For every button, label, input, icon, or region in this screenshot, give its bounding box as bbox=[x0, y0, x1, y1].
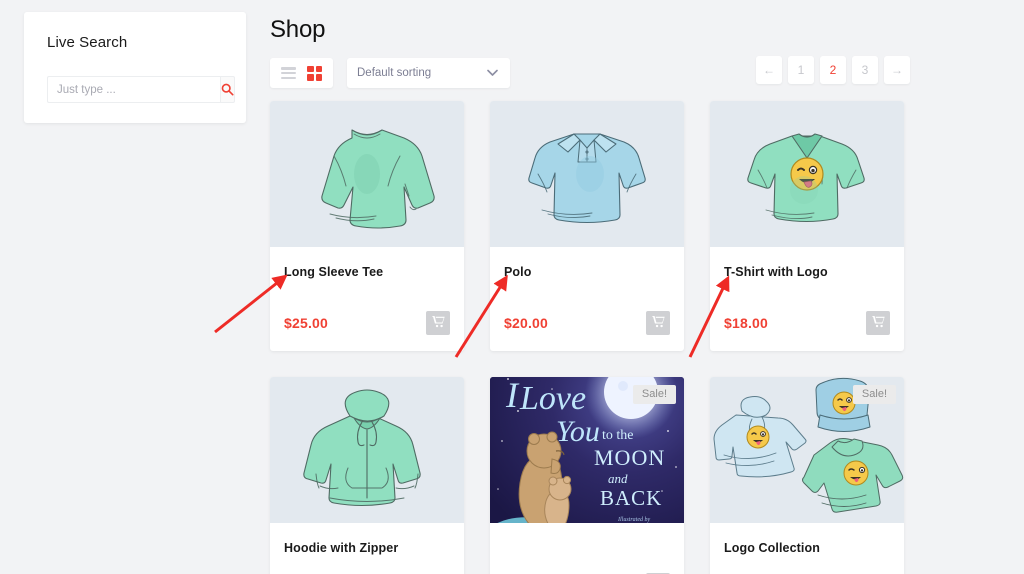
live-search-widget: Live Search bbox=[24, 12, 246, 123]
add-to-cart-button[interactable] bbox=[426, 311, 450, 335]
search-icon bbox=[221, 83, 234, 96]
cart-icon bbox=[871, 315, 885, 331]
sale-badge: Sale! bbox=[852, 385, 896, 405]
product-price: $18.00 bbox=[724, 315, 769, 331]
product-card[interactable]: T-Shirt with Logo $18.00 bbox=[710, 101, 904, 351]
sorting-select[interactable]: Default sorting bbox=[347, 58, 510, 88]
list-view-button[interactable] bbox=[281, 67, 296, 79]
product-info: T-Shirt with Logo bbox=[710, 247, 904, 279]
product-image-logo-collection[interactable]: Sale! bbox=[710, 377, 904, 523]
product-image-polo-shirt[interactable] bbox=[490, 101, 684, 247]
svg-text:You: You bbox=[556, 415, 600, 448]
product-card[interactable]: Polo $20.00 bbox=[490, 101, 684, 351]
svg-text:Love: Love bbox=[519, 380, 586, 417]
page-title: Shop bbox=[270, 16, 326, 43]
cart-icon bbox=[651, 315, 665, 331]
product-info: Polo bbox=[490, 247, 684, 279]
product-title: Hoodie with Zipper bbox=[284, 541, 399, 555]
product-grid: Long Sleeve Tee $25.00 Polo $20.00 T-Shi… bbox=[270, 101, 910, 574]
list-icon-line bbox=[281, 76, 296, 79]
product-title: Polo bbox=[504, 265, 532, 279]
svg-text:to the: to the bbox=[602, 428, 634, 443]
add-to-cart-button[interactable] bbox=[866, 311, 890, 335]
list-icon-line bbox=[281, 71, 296, 75]
product-footer: $18.00 bbox=[710, 311, 904, 351]
product-image-hoodie-with-zipper[interactable] bbox=[270, 377, 464, 523]
product-info bbox=[490, 523, 684, 541]
sorting-select-wrap: Default sorting bbox=[333, 58, 510, 88]
grid-view-button[interactable] bbox=[307, 65, 322, 81]
grid-icon-cell bbox=[315, 74, 322, 81]
live-search-title: Live Search bbox=[47, 34, 128, 51]
product-title: T-Shirt with Logo bbox=[724, 265, 828, 279]
svg-text:MOON: MOON bbox=[594, 445, 665, 470]
search-input[interactable] bbox=[47, 76, 220, 103]
pagination-next-button[interactable]: → bbox=[884, 56, 910, 84]
product-footer: $25.00 bbox=[270, 311, 464, 351]
grid-icon-cell bbox=[315, 65, 322, 72]
pagination-prev-button[interactable]: ← bbox=[756, 56, 782, 84]
product-title: Logo Collection bbox=[724, 541, 820, 555]
pagination: ← 1 2 3 → bbox=[756, 56, 910, 84]
product-info: Hoodie with Zipper bbox=[270, 523, 464, 555]
product-title: Long Sleeve Tee bbox=[284, 265, 384, 279]
product-card[interactable]: Long Sleeve Tee $25.00 bbox=[270, 101, 464, 351]
product-card[interactable]: I Love You to the MOON and BACK Illustra… bbox=[490, 377, 684, 574]
svg-text:and: and bbox=[608, 471, 628, 486]
search-submit-button[interactable] bbox=[220, 76, 235, 103]
product-card[interactable]: Sale! Logo Collection bbox=[710, 377, 904, 574]
product-image-book-moon-and-back[interactable]: I Love You to the MOON and BACK Illustra… bbox=[490, 377, 684, 523]
svg-text:Illustrated by: Illustrated by bbox=[617, 517, 650, 523]
grid-icon-cell bbox=[307, 65, 314, 72]
cart-icon bbox=[431, 315, 445, 331]
product-card[interactable]: Hoodie with Zipper bbox=[270, 377, 464, 574]
svg-text:I: I bbox=[505, 377, 520, 415]
live-search-form bbox=[47, 76, 235, 103]
grid-icon-cell bbox=[307, 74, 314, 81]
product-price: $25.00 bbox=[284, 315, 329, 331]
product-info: Logo Collection bbox=[710, 523, 904, 555]
product-footer: $20.00 bbox=[490, 311, 684, 351]
list-icon-line bbox=[281, 67, 296, 70]
shop-page: Live Search Shop bbox=[0, 0, 1024, 574]
product-image-tshirt-with-logo[interactable] bbox=[710, 101, 904, 247]
product-price: $20.00 bbox=[504, 315, 549, 331]
svg-text:BACK: BACK bbox=[600, 486, 662, 510]
pagination-page-3[interactable]: 3 bbox=[852, 56, 878, 84]
view-mode-toggle bbox=[270, 58, 333, 88]
add-to-cart-button[interactable] bbox=[646, 311, 670, 335]
sale-badge: Sale! bbox=[632, 385, 676, 405]
pagination-page-1[interactable]: 1 bbox=[788, 56, 814, 84]
product-info: Long Sleeve Tee bbox=[270, 247, 464, 279]
product-image-long-sleeve-tee[interactable] bbox=[270, 101, 464, 247]
pagination-page-2[interactable]: 2 bbox=[820, 56, 846, 84]
